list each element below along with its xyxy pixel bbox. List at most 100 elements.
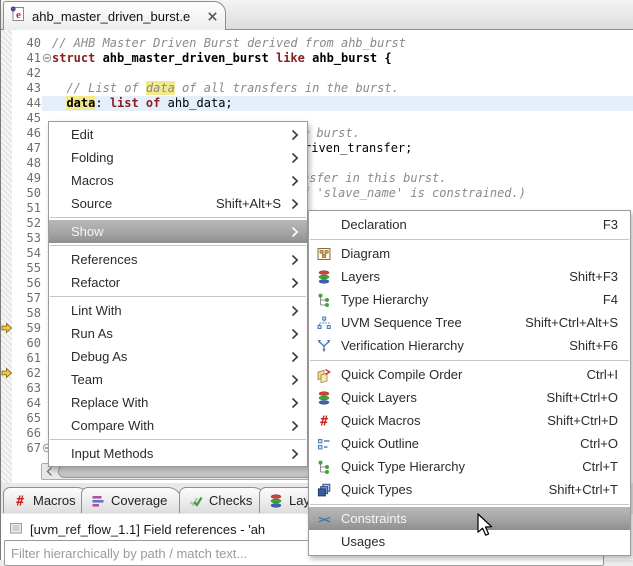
menu-item-input-methods[interactable]: Input Methods xyxy=(49,442,307,465)
menu-item-label: UVM Sequence Tree xyxy=(341,315,462,330)
svg-text:><: >< xyxy=(318,512,331,525)
menu-item-lint-with[interactable]: Lint With xyxy=(49,299,307,322)
line-number: 49 xyxy=(26,171,41,185)
menu-item-shortcut: Ctrl+T xyxy=(582,459,618,474)
marker-cell xyxy=(1,66,12,81)
menu-item-quick-macros[interactable]: # Quick Macros Shift+Ctrl+D xyxy=(309,409,630,432)
menu-item-label: Source xyxy=(71,196,113,211)
close-icon[interactable] xyxy=(207,11,218,22)
menu-item-label: Constraints xyxy=(341,511,407,526)
submenu-arrow-icon xyxy=(285,397,299,409)
code-line-43[interactable]: 43 // List of data of all transfers in t… xyxy=(1,81,633,96)
menu-item-label: Quick Compile Order xyxy=(341,367,463,382)
menu-item-type-hierarchy[interactable]: Type Hierarchy F4 xyxy=(309,288,630,311)
marker-cell xyxy=(1,441,12,456)
tab-label: Coverage xyxy=(111,493,168,508)
line-number: 54 xyxy=(26,246,41,260)
menu-item-label: Quick Type Hierarchy xyxy=(341,459,466,474)
line-number: 45 xyxy=(26,111,41,125)
menu-item-label: Quick Outline xyxy=(341,436,420,451)
types-icon xyxy=(315,482,333,498)
menu-item-run-as[interactable]: Run As xyxy=(49,322,307,345)
menu-item-label: Quick Layers xyxy=(341,390,417,405)
tab-coverage[interactable]: Coverage xyxy=(81,487,183,513)
menu-item-constraints[interactable]: >< Constraints xyxy=(309,507,630,530)
fold-minus-icon[interactable] xyxy=(42,53,52,63)
quick-compile-order-icon xyxy=(315,367,333,383)
marker-cell xyxy=(1,396,12,411)
line-number: 65 xyxy=(26,411,41,425)
marker-cell xyxy=(1,36,12,51)
menu-item-label: Replace With xyxy=(71,395,149,410)
menu-separator xyxy=(50,439,306,440)
menu-item-layers[interactable]: Layers Shift+F3 xyxy=(309,265,630,288)
menu-item-declaration[interactable]: Declaration F3 xyxy=(309,213,630,236)
menu-item-macros[interactable]: Macros xyxy=(49,169,307,192)
code-line-41[interactable]: 41 struct ahb_master_driven_burst like ah… xyxy=(1,51,633,66)
line-number: 57 xyxy=(26,291,41,305)
references-title: [uvm_ref_flow_1.1] Field references - 'a… xyxy=(30,521,266,537)
line-number: 40 xyxy=(26,36,41,50)
line-number: 66 xyxy=(26,426,41,440)
menu-item-label: Usages xyxy=(341,534,386,549)
menu-item-debug-as[interactable]: Debug As xyxy=(49,345,307,368)
menu-item-folding[interactable]: Folding xyxy=(49,146,307,169)
menu-item-label: Type Hierarchy xyxy=(341,292,429,307)
code-line-42[interactable]: 42 xyxy=(1,66,633,81)
svg-text:#: # xyxy=(16,494,24,509)
type-hierarchy-icon xyxy=(315,292,333,308)
menu-item-shortcut: Shift+Ctrl+T xyxy=(548,482,618,497)
menu-separator xyxy=(50,296,306,297)
menu-item-shortcut: Shift+Ctrl+Alt+S xyxy=(525,315,618,330)
line-number: 51 xyxy=(26,201,41,215)
marker-cell xyxy=(1,291,12,306)
tab-macros[interactable]: # Macros xyxy=(3,487,91,513)
line-number: 41 xyxy=(26,51,41,65)
menu-item-quick-layers[interactable]: Quick Layers Shift+Ctrl+O xyxy=(309,386,630,409)
verification-hierarchy-icon xyxy=(315,338,333,354)
menu-item-usages[interactable]: Usages xyxy=(309,530,630,553)
menu-item-shortcut: F4 xyxy=(602,292,618,307)
menu-item-team[interactable]: Team xyxy=(49,368,307,391)
submenu-arrow-icon xyxy=(285,374,299,386)
menu-item-compare-with[interactable]: Compare With xyxy=(49,414,307,437)
menu-item-label: Show xyxy=(71,224,104,239)
editor-tab[interactable]: e ahb_master_driven_burst.e xyxy=(3,1,226,30)
tab-checks[interactable]: Checks xyxy=(179,487,268,513)
menu-item-label: Layers xyxy=(341,269,381,284)
line-number: 63 xyxy=(26,381,41,395)
menu-item-uvm-sequence-tree[interactable]: UVM Sequence Tree Shift+Ctrl+Alt+S xyxy=(309,311,630,334)
menu-item-quick-type-hierarchy[interactable]: Quick Type Hierarchy Ctrl+T xyxy=(309,455,630,478)
menu-item-shortcut: Ctrl+I xyxy=(586,367,618,382)
coverage-icon xyxy=(90,493,106,509)
layers-icon xyxy=(268,493,284,509)
marker-cell xyxy=(1,261,12,276)
menu-item-shortcut: Ctrl+O xyxy=(580,436,618,451)
tab-label: Checks xyxy=(209,493,253,508)
layers-icon xyxy=(315,390,333,406)
code-line-40[interactable]: 40 // AHB Master Driven Burst derived fro… xyxy=(1,36,633,51)
menu-item-diagram[interactable]: Diagram xyxy=(309,242,630,265)
submenu-arrow-icon xyxy=(285,152,299,164)
menu-item-label: Quick Types xyxy=(341,482,413,497)
tab-label: Macros xyxy=(33,493,76,508)
menu-item-refactor[interactable]: Refactor xyxy=(49,271,307,294)
menu-item-replace-with[interactable]: Replace With xyxy=(49,391,307,414)
line-number: 43 xyxy=(26,81,41,95)
marker-cell xyxy=(1,351,12,366)
menu-item-verification-hierarchy[interactable]: Verification Hierarchy Shift+F6 xyxy=(309,334,630,357)
menu-item-show[interactable]: Show xyxy=(49,220,307,243)
menu-item-quick-outline[interactable]: Quick Outline Ctrl+O xyxy=(309,432,630,455)
menu-separator xyxy=(50,217,306,218)
menu-item-source[interactable]: Source Shift+Alt+S xyxy=(49,192,307,215)
menu-item-label: Refactor xyxy=(71,275,121,290)
menu-item-quick-types[interactable]: Quick Types Shift+Ctrl+T xyxy=(309,478,630,501)
code-line-44[interactable]: 44 data: list of ahb_data; xyxy=(1,96,633,111)
menu-item-references[interactable]: References xyxy=(49,248,307,271)
menu-item-quick-compile-order[interactable]: Quick Compile Order Ctrl+I xyxy=(309,363,630,386)
marker-cell xyxy=(1,201,12,216)
marker-cell xyxy=(1,306,12,321)
macros-icon: # xyxy=(315,413,333,429)
menu-item-edit[interactable]: Edit xyxy=(49,123,307,146)
marker-cell xyxy=(1,426,12,441)
